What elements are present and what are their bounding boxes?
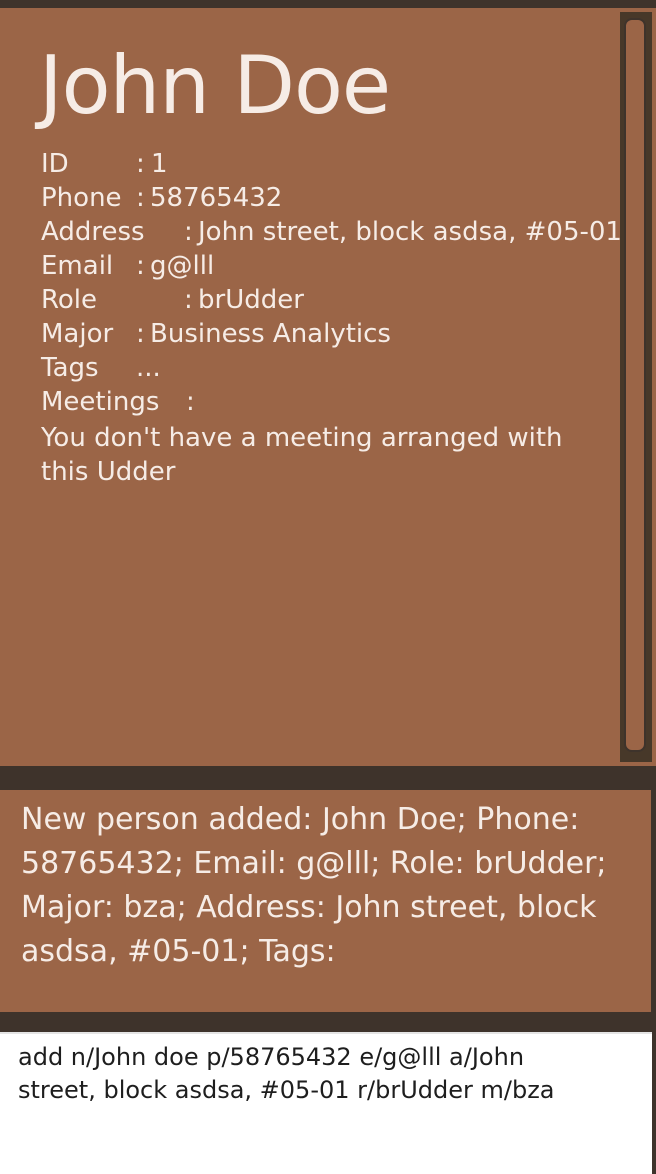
result-message: New person added: John Doe; Phone: 58765… (21, 802, 607, 969)
field-value-address: John street, block asdsa, #05-01 (198, 217, 622, 247)
field-value-email: g@lll (150, 251, 215, 281)
field-label-id: ID (41, 149, 69, 179)
field-value-phone: 58765432 (150, 183, 283, 213)
field-colon-meetings: : (186, 387, 195, 417)
field-colon-id: : (136, 149, 145, 179)
field-colon-major: : (136, 319, 145, 349)
window-top-strip (0, 0, 656, 8)
field-value-id: 1 (151, 149, 168, 179)
field-colon-phone: : (136, 183, 145, 213)
meeting-note: You don't have a meeting arranged with t… (41, 423, 563, 487)
field-value-role: brUdder (198, 285, 304, 315)
field-colon-address: : (184, 217, 193, 247)
field-label-phone: Phone (41, 183, 122, 213)
field-label-email: Email (41, 251, 114, 281)
field-label-meetings: Meetings (41, 387, 160, 417)
person-name: John Doe (39, 39, 391, 132)
field-label-major: Major (41, 319, 114, 349)
field-colon-tags: ... (136, 353, 161, 383)
field-value-major: Business Analytics (150, 319, 391, 349)
field-colon-role: : (184, 285, 193, 315)
command-input[interactable]: add n/John doe p/58765432 e/g@lll a/John… (18, 1041, 608, 1107)
details-scrollbar-thumb[interactable] (624, 18, 646, 752)
field-label-role: Role (41, 285, 98, 315)
field-colon-email: : (136, 251, 145, 281)
field-label-address: Address (41, 217, 145, 247)
field-label-tags: Tags (41, 353, 99, 383)
